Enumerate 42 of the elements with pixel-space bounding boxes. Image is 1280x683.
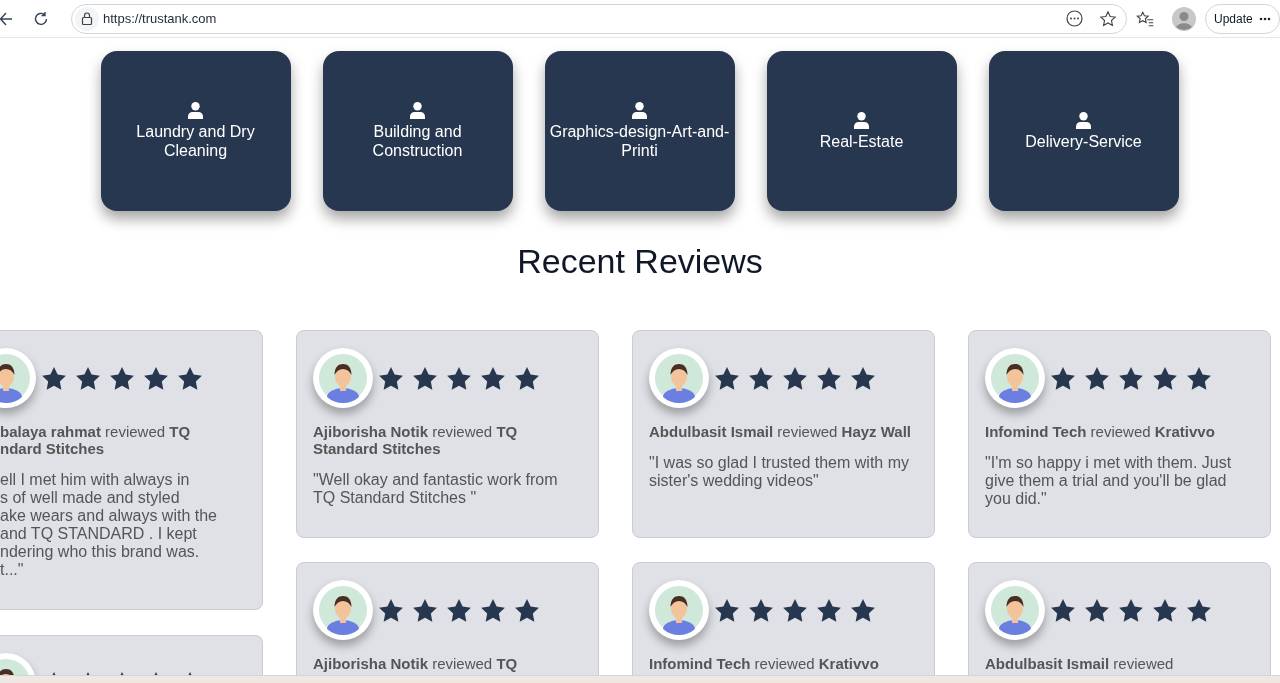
category-tile[interactable]: Delivery-Service: [988, 51, 1179, 211]
review-text: ell I met him with always in s of well made and styled ake wears and always with the and TQ STANDARD . I kept ndering who this brand was. t...": [0, 471, 218, 579]
category-tile[interactable]: Building and Construction: [322, 51, 513, 211]
category-tile[interactable]: Graphics-design-Art-and-Printi: [544, 51, 735, 211]
url-text[interactable]: https://trustank.com: [103, 8, 217, 29]
profile-icon[interactable]: [1172, 6, 1196, 31]
user-icon: [632, 102, 647, 119]
review-text: "I'm so happy i met with them. Just give them a trial and you'll be glad you did.": [985, 454, 1233, 508]
category-label: Real-Estate: [818, 131, 905, 151]
review-text: "I was so glad I trusted them with my sister's wedding videos": [649, 454, 910, 490]
avatar: [985, 580, 1045, 640]
review-heading: Ajiborisha Notik reviewed TQ: [313, 655, 519, 672]
category-tile[interactable]: Real-Estate: [766, 51, 957, 211]
avatar: [649, 580, 709, 640]
review-heading: Infomind Tech reviewed Krativvo: [649, 655, 880, 672]
avatar: [313, 348, 373, 408]
favorites-icon[interactable]: [1136, 9, 1154, 28]
avatar: [649, 348, 709, 408]
user-icon: [188, 102, 203, 119]
category-tile[interactable]: Laundry and Dry Cleaning: [100, 51, 291, 211]
lock-icon[interactable]: [75, 6, 99, 31]
review-heading: Abdulbasit Ismail reviewed: [985, 655, 1175, 672]
review-heading: Abdulbasit Ismail reviewed Hayz Wall: [649, 423, 913, 440]
avatar: [985, 348, 1045, 408]
review-heading: Infomind Tech reviewed Krativvo: [985, 423, 1216, 440]
star-icon[interactable]: [1099, 9, 1117, 28]
review-heading: balaya rahmat reviewed TQ ndard Stitches: [0, 423, 192, 457]
category-label: Delivery-Service: [1024, 131, 1143, 151]
review-heading: Ajiborisha Notik reviewed TQ Standard Stitches: [313, 423, 519, 457]
category-label: Graphics-design-Art-and-Printi: [549, 122, 730, 160]
review-text: "Well okay and fantastic work from TQ Standard Stitches ": [313, 471, 559, 507]
section-heading: Recent Reviews: [516, 241, 764, 281]
user-icon: [1076, 111, 1091, 129]
ellipsis-icon: [1258, 16, 1271, 21]
reload-icon[interactable]: [33, 10, 49, 27]
avatar: [313, 580, 373, 640]
category-label: Laundry and Dry Cleaning: [135, 122, 256, 160]
back-icon[interactable]: [0, 11, 12, 26]
user-icon: [854, 111, 869, 129]
more-icon[interactable]: [1066, 10, 1083, 27]
user-icon: [410, 102, 425, 119]
category-label: Building and Construction: [371, 122, 464, 160]
